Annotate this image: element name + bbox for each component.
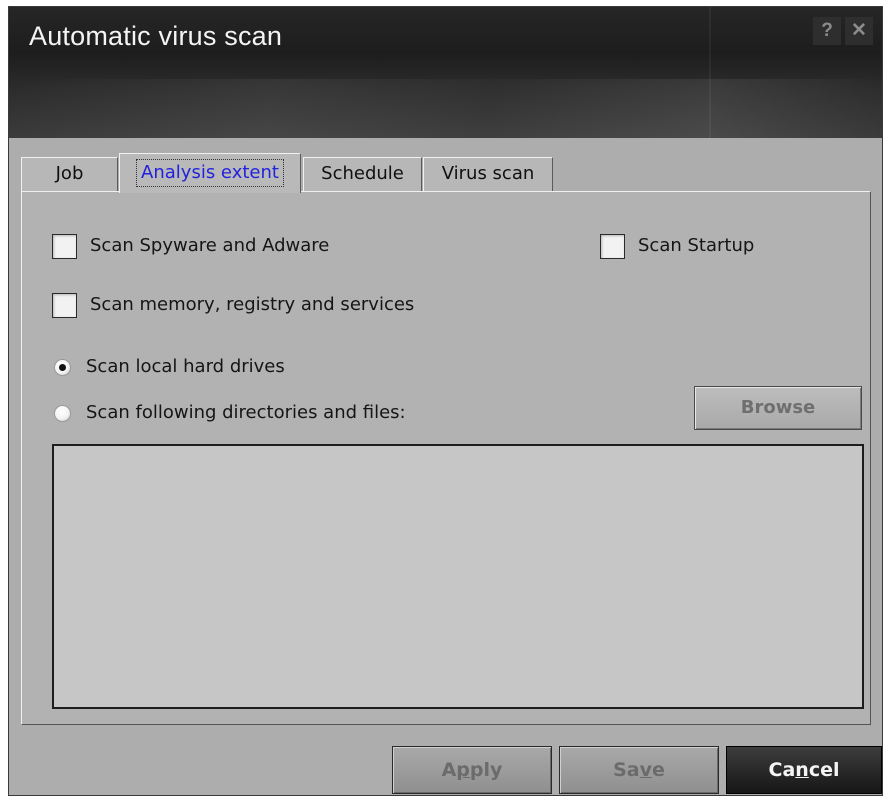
analysis-extent-panel: Scan Spyware and Adware Scan Startup Sca… bbox=[21, 191, 871, 725]
scan-local-radio[interactable] bbox=[54, 359, 71, 376]
tab-analysis-extent[interactable]: Analysis extent bbox=[119, 153, 301, 193]
apply-label-pre: A bbox=[441, 759, 457, 781]
automatic-virus-scan-dialog: Automatic virus scan ? ✕ Job Analysis ex… bbox=[8, 6, 883, 796]
scan-spyware-label[interactable]: Scan Spyware and Adware bbox=[90, 235, 329, 256]
help-button[interactable]: ? bbox=[813, 17, 841, 45]
save-label-post: e bbox=[652, 759, 665, 781]
cancel-label-accel: n bbox=[795, 759, 809, 781]
scan-startup-label[interactable]: Scan Startup bbox=[638, 235, 754, 256]
scan-following-radio[interactable] bbox=[54, 405, 71, 422]
tab-schedule[interactable]: Schedule bbox=[303, 157, 422, 191]
save-label-pre: Sa bbox=[613, 759, 640, 781]
window-title: Automatic virus scan bbox=[29, 21, 283, 51]
scan-local-label[interactable]: Scan local hard drives bbox=[86, 356, 285, 377]
title-bar[interactable]: Automatic virus scan ? ✕ bbox=[9, 7, 882, 138]
apply-label-post: ply bbox=[469, 759, 503, 781]
scan-memory-label[interactable]: Scan memory, registry and services bbox=[90, 294, 414, 315]
scan-following-label[interactable]: Scan following directories and files: bbox=[86, 402, 406, 423]
tab-job[interactable]: Job bbox=[21, 157, 118, 191]
browse-button[interactable]: Browse bbox=[694, 386, 862, 430]
apply-label-accel: p bbox=[456, 759, 470, 781]
scan-memory-checkbox[interactable] bbox=[52, 293, 77, 318]
close-button[interactable]: ✕ bbox=[845, 17, 873, 45]
directories-files-list[interactable] bbox=[52, 444, 864, 709]
tab-virus-scan[interactable]: Virus scan bbox=[423, 157, 553, 191]
tab-analysis-extent-label: Analysis extent bbox=[136, 159, 284, 187]
scan-spyware-checkbox[interactable] bbox=[52, 234, 77, 259]
save-label-accel: v bbox=[639, 759, 652, 781]
save-button[interactable]: Save bbox=[559, 746, 719, 794]
scan-startup-checkbox[interactable] bbox=[600, 234, 625, 259]
radio-selected-dot bbox=[59, 364, 66, 371]
cancel-button[interactable]: Cancel bbox=[726, 746, 882, 794]
apply-button[interactable]: Apply bbox=[392, 746, 552, 794]
cancel-label-post: cel bbox=[808, 759, 840, 781]
cancel-label-pre: Ca bbox=[768, 759, 796, 781]
